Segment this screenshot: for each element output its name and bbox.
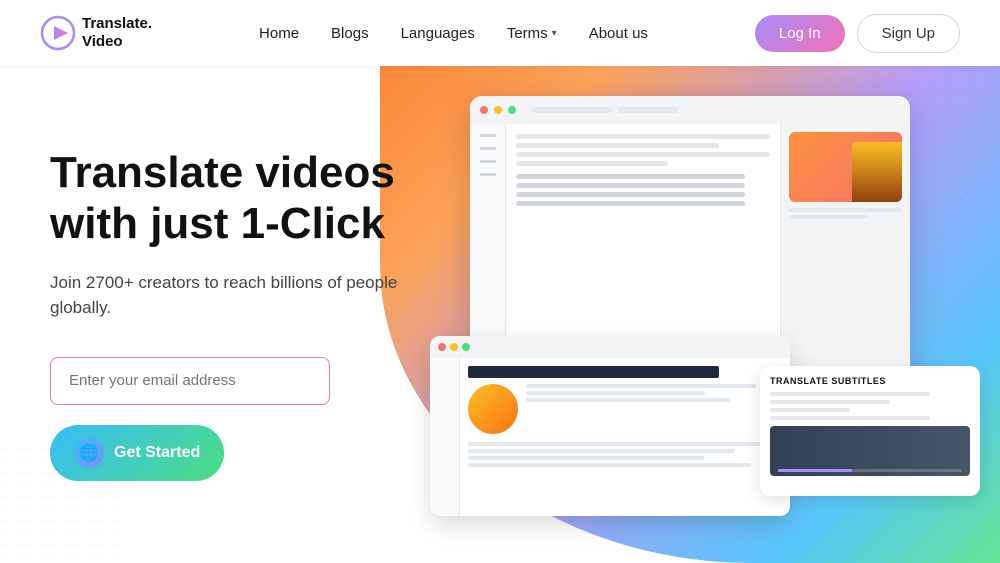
nav-home[interactable]: Home [259,25,299,42]
mock-left-sidebar [430,358,460,516]
nav-about[interactable]: About us [589,25,648,42]
mockup-bottom-body [430,358,790,516]
mockup-bottom-bar [430,336,790,358]
chevron-down-icon: ▾ [552,28,557,39]
mock-person-silhouette [852,142,902,202]
mock-tab-bar [532,107,612,113]
nav-terms[interactable]: Terms ▾ [507,25,557,42]
mock-progress-fill [778,469,852,472]
sidebar-icon-3 [480,160,496,163]
nav-languages[interactable]: Languages [401,25,475,42]
logo-name-line2: Video [82,33,152,51]
globe-icon: 🌐 [74,438,104,468]
dot-r2 [438,343,446,351]
mock-info-line-2 [789,215,868,219]
mockup-bottom-dubbing [430,336,790,516]
mock-video-player [770,426,970,476]
nav-blogs[interactable]: Blogs [331,25,369,42]
mockup-subtitles-panel: TRANSLATE SUBTITLES [760,366,980,496]
mock-toolbar [618,107,678,113]
subtitle-panel-title: TRANSLATE SUBTITLES [770,376,970,386]
dot-g2 [462,343,470,351]
nav-actions: Log In Sign Up [755,14,960,53]
hero-content: Translate videos with just 1-Click Join … [0,148,420,480]
mock-avatar [468,384,518,434]
logo-icon [40,15,76,51]
sidebar-icon-2 [480,147,496,150]
hero-title: Translate videos with just 1-Click [50,148,420,249]
logo-name-line1: Translate. [82,15,152,33]
sidebar-icon-4 [480,173,496,176]
dot-yellow [494,106,502,114]
dot-red [480,106,488,114]
mock-english-text [516,134,770,166]
mock-dubbing-title [468,366,719,378]
mock-text-lines [526,384,782,434]
mock-dubbing-content [460,358,790,516]
mock-info-line-1 [789,208,902,212]
hero-subtitle: Join 2700+ creators to reach billions of… [50,270,420,321]
email-input[interactable] [69,372,311,389]
hero-section: Translate videos with just 1-Click Join … [0,66,1000,563]
dot-green [508,106,516,114]
mock-progress-bar [778,469,962,472]
logo[interactable]: Translate. Video [40,15,152,51]
nav-links: Home Blogs Languages Terms ▾ About us [259,25,648,42]
mock-video-thumbnail [789,132,902,202]
mock-japanese-text [516,174,770,206]
hero-mockup: TRANSLATE SUBTITLES [430,96,980,536]
signup-button[interactable]: Sign Up [857,14,960,53]
mockup-right-panel [780,124,910,396]
email-input-wrapper[interactable] [50,357,330,405]
sidebar-icon-1 [480,134,496,137]
navbar: Translate. Video Home Blogs Languages Te… [0,0,1000,66]
mockup-titlebar [470,96,910,124]
get-started-button[interactable]: 🌐 Get Started [50,425,224,481]
login-button[interactable]: Log In [755,15,845,52]
dot-y2 [450,343,458,351]
